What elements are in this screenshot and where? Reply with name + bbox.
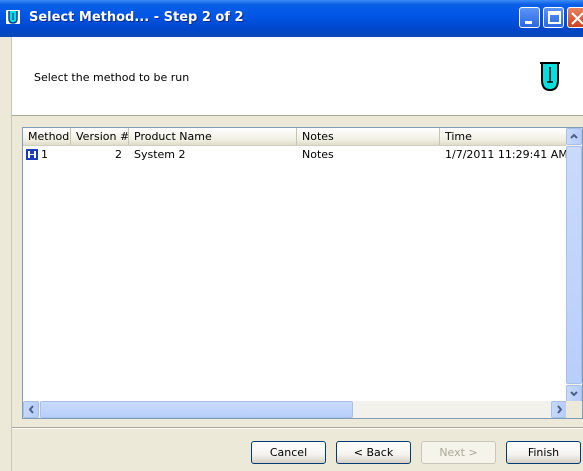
vertical-scrollbar[interactable] (566, 128, 582, 402)
column-header-version[interactable]: Version # (71, 128, 129, 145)
close-button[interactable] (567, 7, 583, 28)
scroll-up-button[interactable] (566, 128, 582, 145)
vertical-scroll-thumb[interactable] (566, 146, 582, 384)
scroll-down-button[interactable] (566, 385, 582, 402)
next-button[interactable]: Next > (421, 441, 496, 464)
cell-notes: Notes (302, 148, 334, 161)
chevron-up-icon (570, 133, 578, 139)
scroll-right-button[interactable] (551, 401, 567, 418)
column-header-product-name[interactable]: Product Name (129, 128, 297, 145)
method-list[interactable]: Method Version # Product Name Notes Time… (22, 127, 583, 419)
scroll-left-button[interactable] (23, 401, 39, 418)
close-icon (571, 12, 583, 25)
wizard-header: Select the method to be run (12, 37, 583, 116)
instruction-text: Select the method to be run (34, 71, 190, 84)
horizontal-scrollbar[interactable] (23, 401, 568, 418)
title-bar[interactable]: Select Method... - Step 2 of 2 (0, 0, 583, 37)
flask-icon (540, 62, 560, 92)
method-row-icon (26, 149, 38, 160)
minimize-button[interactable] (519, 7, 540, 28)
column-header-notes[interactable]: Notes (297, 128, 440, 145)
maximize-button[interactable] (543, 7, 564, 28)
app-flask-icon (6, 10, 20, 24)
cancel-button[interactable]: Cancel (251, 441, 326, 464)
finish-button[interactable]: Finish (506, 441, 581, 464)
cell-version: 2 (115, 148, 122, 161)
minimize-icon (525, 21, 532, 24)
maximize-icon (548, 11, 561, 24)
back-button[interactable]: < Back (336, 441, 411, 464)
column-header-time[interactable]: Time (440, 128, 568, 145)
cell-product-name: System 2 (134, 148, 186, 161)
chevron-left-icon (28, 405, 34, 414)
chevron-right-icon (557, 405, 563, 414)
window-title: Select Method... - Step 2 of 2 (29, 10, 244, 25)
footer-divider (12, 427, 583, 429)
horizontal-scroll-thumb[interactable] (40, 401, 353, 418)
cell-time: 1/7/2011 11:29:41 AM (445, 148, 568, 161)
scrollbar-corner (566, 401, 582, 418)
cell-method: 1 (41, 148, 48, 161)
column-header-method[interactable]: Method (23, 128, 71, 145)
wizard-window: Select Method... - Step 2 of 2 Select th… (0, 0, 583, 471)
left-border (0, 37, 12, 471)
column-header-row: Method Version # Product Name Notes Time (23, 128, 568, 146)
chevron-down-icon (570, 391, 578, 397)
table-row[interactable]: 1 2 System 2 Notes 1/7/2011 11:29:41 AM (23, 146, 568, 163)
